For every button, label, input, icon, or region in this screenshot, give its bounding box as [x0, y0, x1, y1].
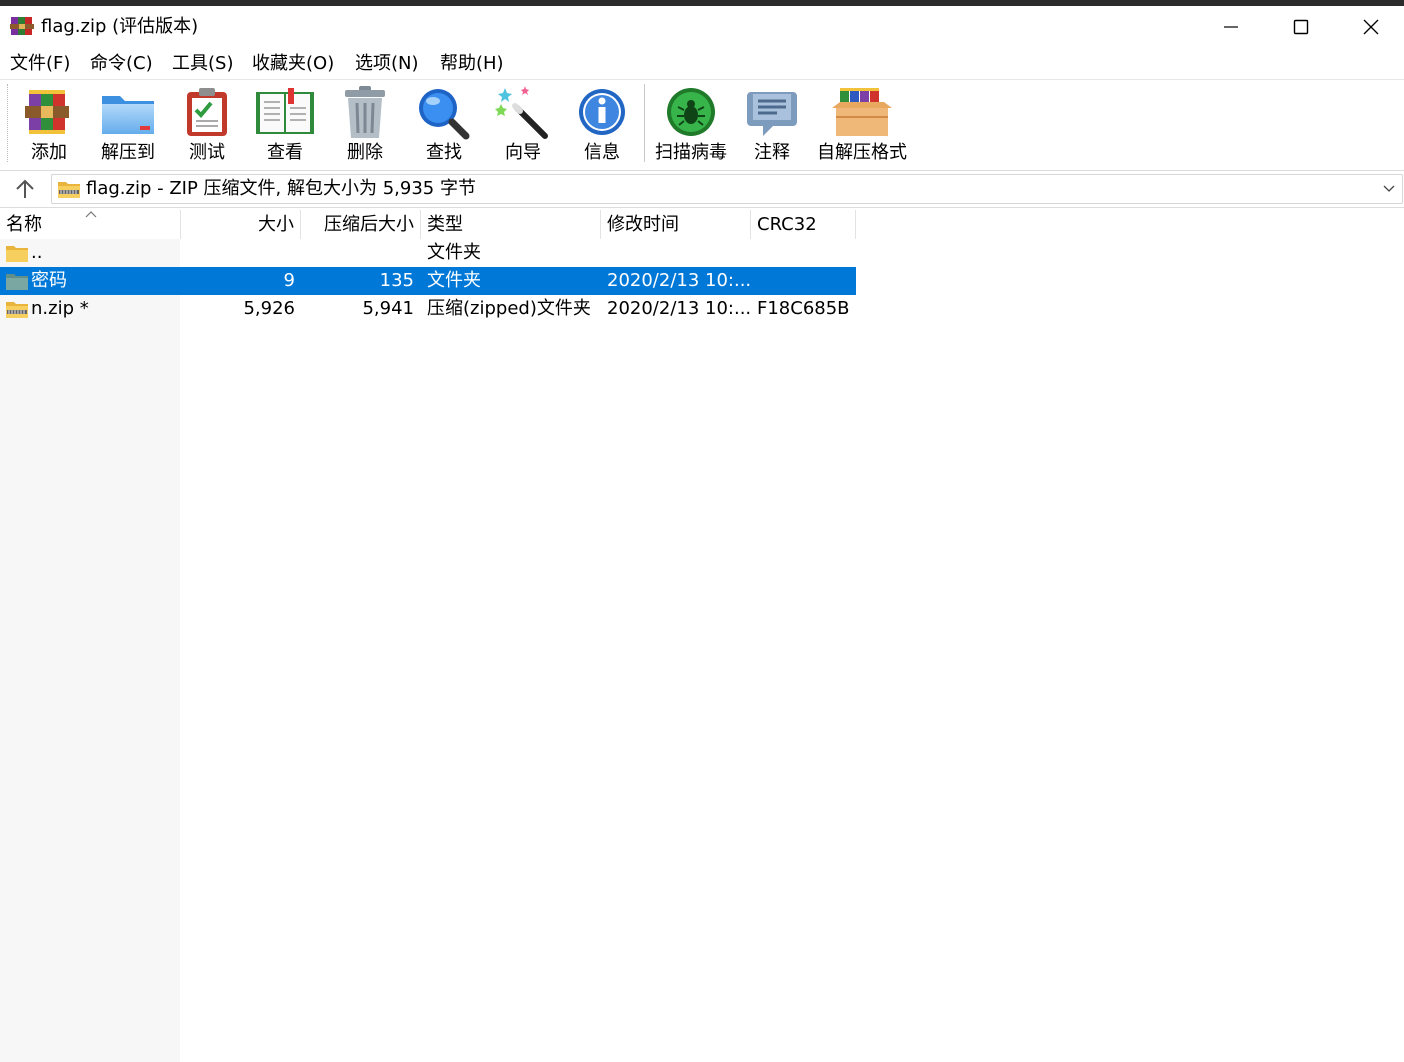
chevron-down-icon[interactable]	[1382, 182, 1396, 196]
menu-commands[interactable]: 命令(C)	[90, 51, 153, 77]
file-packed-size	[300, 239, 414, 267]
column-crc[interactable]: CRC32	[751, 210, 856, 239]
add-archive-icon	[25, 90, 69, 134]
file-name: ..	[31, 242, 43, 263]
column-packed-label: 压缩后大小	[324, 214, 414, 235]
menu-favorites[interactable]: 收藏夹(O)	[252, 51, 334, 77]
virus-bug-icon	[667, 88, 715, 136]
column-name[interactable]: 名称	[0, 210, 181, 239]
wizard-label: 向导	[505, 142, 541, 163]
file-size	[180, 239, 295, 267]
view-book-icon	[256, 88, 314, 134]
add-label: 添加	[31, 142, 67, 163]
column-modified-label: 修改时间	[607, 214, 679, 235]
view-label: 查看	[267, 142, 303, 163]
winrar-app-icon	[10, 17, 34, 35]
extract-to-label: 解压到	[101, 142, 155, 163]
file-name: n.zip *	[31, 298, 89, 319]
address-bar: flag.zip - ZIP 压缩文件, 解包大小为 5,935 字节	[0, 170, 1404, 208]
close-icon	[1363, 19, 1379, 35]
menu-bar: 文件(F) 命令(C) 工具(S) 收藏夹(O) 选项(N) 帮助(H)	[0, 50, 1404, 78]
delete-label: 删除	[347, 142, 383, 163]
maximize-button[interactable]	[1278, 8, 1324, 46]
zip-archive-icon	[58, 182, 80, 198]
info-button[interactable]: 信息	[572, 84, 632, 164]
table-row[interactable]: n.zip * 5,926 5,941 压缩(zipped)文件夹 2020/2…	[0, 295, 856, 323]
menu-options[interactable]: 选项(N)	[355, 51, 419, 77]
sort-ascending-icon	[85, 211, 97, 218]
path-field[interactable]: flag.zip - ZIP 压缩文件, 解包大小为 5,935 字节	[51, 174, 1403, 204]
screen-edge	[0, 0, 1404, 6]
winrar-window: flag.zip (评估版本) 文件(F) 命令(C) 工具(S) 收藏夹(O)…	[0, 0, 1404, 1062]
table-row-selected[interactable]: 密码 9 135 文件夹 2020/2/13 10:...	[0, 267, 856, 295]
info-label: 信息	[584, 142, 620, 163]
column-type-label: 类型	[427, 214, 463, 235]
delete-button[interactable]: 删除	[334, 84, 396, 164]
extract-to-button[interactable]: 解压到	[94, 84, 162, 164]
column-name-label: 名称	[6, 214, 42, 235]
toolbar: 添加 解压到 测试 查看 删除 查找 向导 信息 扫描病毒 注释 自解压格式	[0, 79, 1404, 168]
path-text: flag.zip - ZIP 压缩文件, 解包大小为 5,935 字节	[86, 178, 476, 199]
test-label: 测试	[189, 142, 225, 163]
menu-tools[interactable]: 工具(S)	[172, 51, 233, 77]
column-size-label: 大小	[258, 214, 294, 235]
table-row[interactable]: .. 文件夹	[0, 239, 856, 267]
column-packed[interactable]: 压缩后大小	[301, 210, 421, 239]
name-column-shade	[0, 239, 180, 1062]
minimize-button[interactable]	[1208, 8, 1254, 46]
file-type: 文件夹	[427, 242, 481, 263]
test-clipboard-icon	[187, 88, 227, 136]
find-button[interactable]: 查找	[412, 84, 476, 164]
comment-icon	[747, 92, 797, 136]
column-size[interactable]: 大小	[181, 210, 301, 239]
sfx-box-icon	[832, 88, 892, 136]
test-button[interactable]: 测试	[176, 84, 238, 164]
minimize-icon	[1224, 26, 1238, 28]
column-header: 名称 大小 压缩后大小 类型 修改时间 CRC32	[0, 210, 856, 239]
up-arrow-icon[interactable]	[12, 177, 38, 201]
file-size: 9	[283, 270, 295, 291]
comment-label: 注释	[754, 142, 790, 163]
find-label: 查找	[426, 142, 462, 163]
file-packed-size: 5,941	[362, 298, 414, 319]
file-modified: 2020/2/13 10:...	[607, 298, 752, 319]
virus-scan-button[interactable]: 扫描病毒	[652, 84, 730, 164]
extract-folder-icon	[102, 96, 154, 134]
file-modified: 2020/2/13 10:...	[607, 270, 752, 291]
maximize-icon	[1293, 19, 1309, 35]
folder-icon	[6, 274, 28, 290]
menu-file[interactable]: 文件(F)	[10, 51, 70, 77]
title-bar: flag.zip (评估版本)	[0, 0, 1404, 50]
view-button[interactable]: 查看	[252, 84, 318, 164]
column-modified[interactable]: 修改时间	[601, 210, 751, 239]
info-icon	[579, 89, 625, 135]
file-list: 名称 大小 压缩后大小 类型 修改时间 CRC32 .. 文件夹 密码 9 13…	[0, 208, 1404, 1062]
sfx-label: 自解压格式	[817, 142, 907, 163]
wizard-button[interactable]: 向导	[492, 84, 554, 164]
folder-up-icon	[6, 246, 28, 262]
toolbar-grip[interactable]	[7, 84, 10, 162]
zip-file-icon	[6, 302, 28, 318]
toolbar-separator	[644, 84, 645, 162]
column-type[interactable]: 类型	[421, 210, 601, 239]
column-crc-label: CRC32	[757, 214, 817, 235]
comment-button[interactable]: 注释	[742, 84, 802, 164]
sfx-button[interactable]: 自解压格式	[814, 84, 910, 164]
trash-icon	[345, 86, 385, 138]
close-button[interactable]	[1348, 8, 1394, 46]
file-name: 密码	[31, 270, 67, 291]
file-type: 压缩(zipped)文件夹	[427, 298, 591, 319]
menu-help[interactable]: 帮助(H)	[440, 51, 504, 77]
window-title: flag.zip (评估版本)	[41, 16, 199, 37]
magic-wand-icon	[495, 86, 548, 139]
magnifier-icon	[419, 89, 470, 140]
add-button[interactable]: 添加	[16, 84, 82, 164]
file-packed-size: 135	[379, 270, 414, 291]
virus-scan-label: 扫描病毒	[655, 142, 727, 163]
file-crc: F18C685B	[757, 298, 850, 319]
file-size: 5,926	[243, 298, 295, 319]
file-type: 文件夹	[427, 270, 481, 291]
